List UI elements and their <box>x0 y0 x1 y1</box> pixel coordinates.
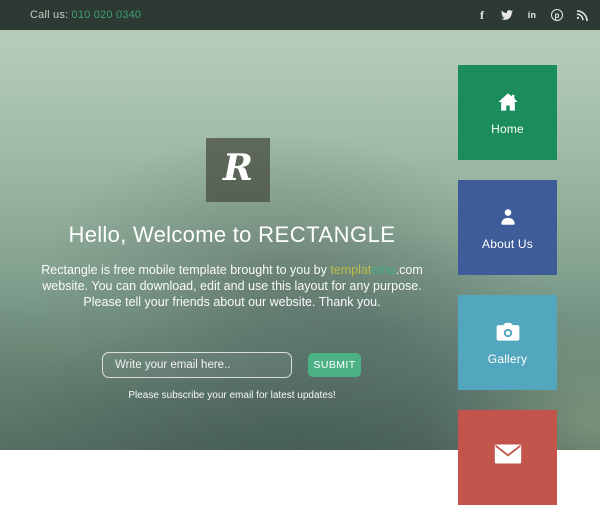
sidebar-item-label: Gallery <box>488 352 527 366</box>
page-title: Hello, Welcome to RECTANGLE <box>0 222 464 248</box>
brand-name: RECTANGLE <box>258 222 395 247</box>
subscribe-form: SUBMIT <box>102 352 361 378</box>
heading-prefix: Hello, Welcome to <box>69 222 259 247</box>
templatemo-link[interactable]: templat <box>330 263 371 277</box>
paragraph-text: Rectangle is free mobile template brough… <box>41 263 330 277</box>
sidebar-item-contact[interactable] <box>458 410 557 505</box>
submit-button[interactable]: SUBMIT <box>308 353 361 377</box>
sidebar-item-home[interactable]: Home <box>458 65 557 160</box>
home-icon <box>497 90 519 114</box>
subscribe-note: Please subscribe your email for latest u… <box>0 390 464 401</box>
call-us-text: Call us: 010 020 0340 <box>30 9 141 21</box>
phone-number: 010 020 0340 <box>72 9 142 21</box>
sidebar-item-gallery[interactable]: Gallery <box>458 295 557 390</box>
pinterest-icon[interactable]: p <box>549 7 565 23</box>
rss-icon[interactable] <box>574 7 590 23</box>
twitter-icon[interactable] <box>499 7 515 23</box>
logo-letter-r: R <box>223 147 253 189</box>
user-icon <box>497 205 519 229</box>
linkedin-icon[interactable]: in <box>524 7 540 23</box>
topbar: Call us: 010 020 0340 f in p <box>0 0 600 30</box>
facebook-icon[interactable]: f <box>474 7 490 23</box>
site-logo: R <box>206 138 270 202</box>
sidebar-item-label: About Us <box>482 237 533 251</box>
templatemo-link-suffix[interactable]: emo <box>371 263 395 277</box>
call-us-label: Call us: <box>30 9 68 21</box>
sidebar-item-label: Home <box>491 122 524 136</box>
envelope-icon <box>494 442 522 466</box>
email-input[interactable] <box>102 352 292 378</box>
social-links: f in p <box>474 7 590 23</box>
intro-paragraph: Rectangle is free mobile template brough… <box>22 262 442 310</box>
sidebar-item-about-us[interactable]: About Us <box>458 180 557 275</box>
camera-icon <box>496 320 520 344</box>
